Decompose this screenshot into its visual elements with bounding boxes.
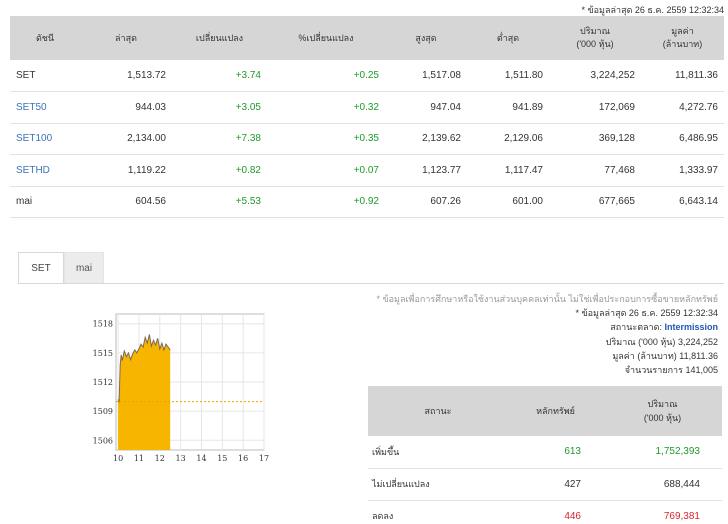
table-row: เพิ่มขึ้น 613 1,752,393 xyxy=(368,436,722,469)
index-value: 4,272.76 xyxy=(641,91,724,124)
advance-decline-table: สถานะ หลักทรัพย์ ปริมาณ ('000 หุ้น) เพิ่ม… xyxy=(368,386,722,524)
index-low: 941.89 xyxy=(467,91,549,124)
market-status: สถานะตลาด: Intermission xyxy=(610,322,718,333)
table-row: ลดลง 446 769,381 xyxy=(368,500,722,524)
y-tick-label: 1506 xyxy=(93,436,113,445)
index-high: 607.26 xyxy=(385,186,467,218)
index-volume: 77,468 xyxy=(549,154,641,187)
set-intraday-chart: 10 11 12 13 14 15 16 17 1518 1515 1512 1509 1506 xyxy=(93,313,269,463)
col-low: ต่ำสุด xyxy=(467,16,549,60)
index-high: 947.04 xyxy=(385,91,467,124)
x-tick-label: 17 xyxy=(259,454,269,463)
table-row: SET50 944.03 +3.05 +0.32 947.04 941.89 1… xyxy=(10,91,724,124)
y-tick-label: 1515 xyxy=(93,349,113,358)
table-row: mai 604.56 +5.53 +0.92 607.26 601.00 677… xyxy=(10,186,724,218)
index-value: 11,811.36 xyxy=(641,60,724,92)
index-link-set50[interactable]: SET50 xyxy=(10,91,80,124)
index-high: 1,123.77 xyxy=(385,154,467,187)
market-status-value: Intermission xyxy=(664,322,718,333)
tab-divider xyxy=(18,283,724,284)
x-tick-label: 10 xyxy=(113,454,123,463)
table-row: SETHD 1,119.22 +0.82 +0.07 1,123.77 1,11… xyxy=(10,154,724,187)
col-volume: ปริมาณ ('000 หุ้น) xyxy=(549,16,641,60)
index-change: +0.82 xyxy=(172,154,267,187)
info-value: มูลค่า (ล้านบาท) 11,811.36 xyxy=(612,350,718,361)
col-change: เปลี่ยนแปลง xyxy=(172,16,267,60)
index-high: 1,517.08 xyxy=(385,60,467,92)
table-row: ไม่เปลี่ยนแปลง 427 688,444 xyxy=(368,468,722,501)
index-volume: 172,069 xyxy=(549,91,641,124)
x-tick-label: 12 xyxy=(155,454,165,463)
y-tick-label: 1518 xyxy=(93,320,113,329)
index-pct: +0.32 xyxy=(267,91,385,124)
x-tick-label: 14 xyxy=(196,454,206,463)
col-last: ล่าสุด xyxy=(80,16,172,60)
x-tick-label: 11 xyxy=(134,454,144,463)
index-last: 2,134.00 xyxy=(80,123,172,155)
index-change: +5.53 xyxy=(172,186,267,218)
index-pct: +0.35 xyxy=(267,123,385,155)
stat-count: 446 xyxy=(508,500,603,524)
index-last: 944.03 xyxy=(80,91,172,124)
info-trades: จำนวนรายการ 141,005 xyxy=(624,365,718,376)
stat-count: 613 xyxy=(508,436,603,469)
info-volume: ปริมาณ ('000 หุ้น) 3,224,252 xyxy=(605,336,718,347)
table-row: SET 1,513.72 +3.74 +0.25 1,517.08 1,511.… xyxy=(10,60,724,92)
stat-volume: 769,381 xyxy=(603,500,722,524)
index-pct: +0.07 xyxy=(267,154,385,187)
index-volume: 3,224,252 xyxy=(549,60,641,92)
index-last: 1,119.22 xyxy=(80,154,172,187)
y-tick-label: 1512 xyxy=(93,378,113,387)
stat-count: 427 xyxy=(508,468,603,501)
stat-table-header: สถานะ หลักทรัพย์ ปริมาณ ('000 หุ้น) xyxy=(368,386,722,436)
index-high: 2,139.62 xyxy=(385,123,467,155)
index-volume: 369,128 xyxy=(549,123,641,155)
stat-volume: 1,752,393 xyxy=(603,436,722,469)
index-name: mai xyxy=(10,186,80,218)
index-change: +3.74 xyxy=(172,60,267,92)
market-info: * ข้อมูลเพื่อการศึกษาหรือใช้งานส่วนบุคคล… xyxy=(376,292,718,377)
col-status: สถานะ xyxy=(368,386,508,436)
last-updated-note: * ข้อมูลล่าสุด 26 ธ.ค. 2559 12:32:34 xyxy=(581,5,725,15)
y-tick-label: 1509 xyxy=(93,407,113,416)
stat-volume: 688,444 xyxy=(603,468,722,501)
info-updated: * ข้อมูลล่าสุด 26 ธ.ค. 2559 12:32:34 xyxy=(575,308,719,319)
index-low: 2,129.06 xyxy=(467,123,549,155)
col-securities: หลักทรัพย์ xyxy=(508,386,603,436)
col-pct-change: %เปลี่ยนแปลง xyxy=(267,16,385,60)
index-pct: +0.92 xyxy=(267,186,385,218)
index-volume: 677,665 xyxy=(549,186,641,218)
index-value: 6,486.95 xyxy=(641,123,724,155)
tab-set[interactable]: SET xyxy=(18,252,64,284)
index-name: SET xyxy=(10,60,80,92)
x-tick-label: 16 xyxy=(238,454,248,463)
col-index: ดัชนี xyxy=(10,16,80,60)
index-value: 6,643.14 xyxy=(641,186,724,218)
col-high: สูงสุด xyxy=(385,16,467,60)
index-link-sethd[interactable]: SETHD xyxy=(10,154,80,187)
stat-label: ลดลง xyxy=(368,500,508,524)
index-change: +3.05 xyxy=(172,91,267,124)
table-row: SET100 2,134.00 +7.38 +0.35 2,139.62 2,1… xyxy=(10,123,724,155)
index-low: 1,117.47 xyxy=(467,154,549,187)
index-link-set100[interactable]: SET100 xyxy=(10,123,80,155)
tab-mai[interactable]: mai xyxy=(64,252,104,284)
col-stat-volume: ปริมาณ ('000 หุ้น) xyxy=(603,386,722,436)
index-low: 601.00 xyxy=(467,186,549,218)
index-pct: +0.25 xyxy=(267,60,385,92)
index-change: +7.38 xyxy=(172,123,267,155)
index-low: 1,511.80 xyxy=(467,60,549,92)
index-value: 1,333.97 xyxy=(641,154,724,187)
index-last: 604.56 xyxy=(80,186,172,218)
x-tick-label: 15 xyxy=(217,454,227,463)
x-tick-label: 13 xyxy=(176,454,186,463)
col-value: มูลค่า (ล้านบาท) xyxy=(641,16,724,60)
index-last: 1,513.72 xyxy=(80,60,172,92)
index-table-header: ดัชนี ล่าสุด เปลี่ยนแปลง %เปลี่ยนแปลง สู… xyxy=(10,16,724,60)
disclaimer: * ข้อมูลเพื่อการศึกษาหรือใช้งานส่วนบุคคล… xyxy=(376,294,718,304)
index-table: ดัชนี ล่าสุด เปลี่ยนแปลง %เปลี่ยนแปลง สู… xyxy=(10,16,724,218)
stat-label: ไม่เปลี่ยนแปลง xyxy=(368,468,508,501)
stat-label: เพิ่มขึ้น xyxy=(368,436,508,469)
